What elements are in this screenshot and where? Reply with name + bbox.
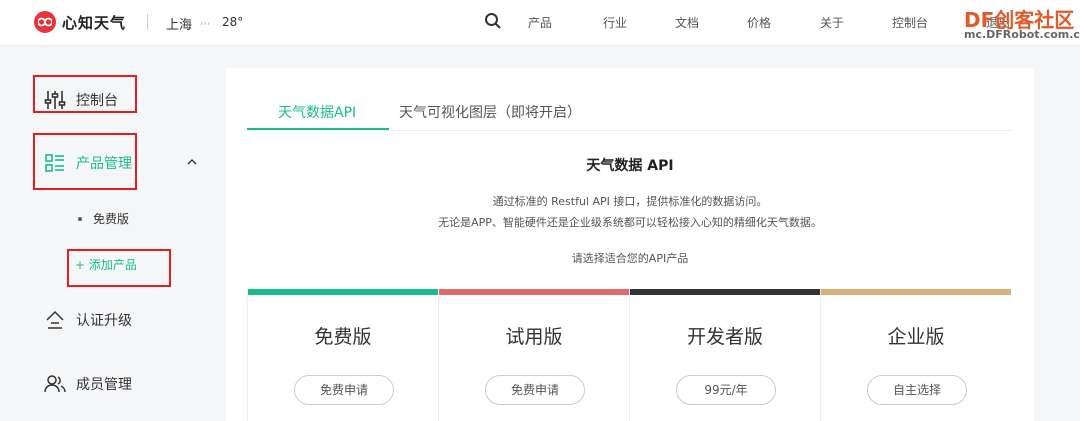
- divider: [147, 14, 148, 30]
- plan-enterprise: 企业版 自主选择: [820, 289, 1011, 421]
- plan-trial: 试用版 免费申请: [438, 289, 629, 421]
- users-icon: [44, 375, 66, 393]
- highlight-box-add: [67, 249, 171, 287]
- nav-products[interactable]: 产品: [528, 14, 552, 31]
- chevron-up-icon[interactable]: [186, 158, 198, 166]
- plan-name: 免费版: [314, 326, 372, 348]
- watermark-url: mc.DFRobot.com.cn: [964, 28, 1080, 41]
- tab-weather-api[interactable]: 天气数据API: [278, 102, 356, 122]
- upgrade-icon: [46, 310, 64, 329]
- city-name[interactable]: 上海: [166, 14, 192, 33]
- description-line-1: 通过标准的 Restful API 接口，提供标准化的数据访问。: [492, 195, 768, 208]
- apply-free-button[interactable]: 免费申请: [294, 375, 394, 405]
- nav-industry[interactable]: 行业: [603, 14, 627, 31]
- tab-visual-layer[interactable]: 天气可视化图层（即将开启）: [399, 102, 581, 122]
- sidebar-item-members[interactable]: 成员管理: [44, 373, 132, 395]
- search-icon[interactable]: [484, 12, 502, 34]
- nav-docs[interactable]: 文档: [675, 14, 699, 31]
- apply-trial-button[interactable]: 免费申请: [485, 375, 585, 405]
- description-line-2: 无论是APP、智能硬件还是企业级系统都可以轻松接入心知的精细化天气数据。: [438, 216, 822, 229]
- nav-about[interactable]: 关于: [820, 14, 844, 31]
- sidebar-item-label: 认证升级: [76, 313, 132, 329]
- nav-console[interactable]: 控制台: [892, 14, 928, 31]
- active-tab-indicator: [247, 128, 389, 130]
- api-products-card: 天气数据API 天气可视化图层（即将开启） 天气数据 API 通过标准的 Res…: [226, 68, 1034, 421]
- plan-name: 开发者版: [686, 326, 763, 348]
- logo-icon: [34, 11, 56, 33]
- plan-color-bar: [630, 289, 820, 295]
- buy-developer-button[interactable]: 99元/年: [676, 375, 776, 405]
- tab-divider: [247, 130, 1013, 131]
- plan-color-bar: [439, 289, 629, 295]
- section-title: 天气数据 API: [586, 158, 674, 174]
- sidebar-item-label: 成员管理: [76, 377, 132, 393]
- sidebar-subitem-free[interactable]: 免费版: [78, 210, 129, 227]
- brand-logo[interactable]: 心知天气: [34, 11, 126, 33]
- plan-name: 试用版: [505, 326, 563, 348]
- bullet-icon: [78, 216, 82, 221]
- plan-free: 免费版 免费申请: [247, 289, 438, 421]
- top-bar: 心知天气 上海 ,,, 28° 产品 行业 文档 价格 关于 控制台 退出 DF…: [0, 0, 1080, 46]
- choose-enterprise-button[interactable]: 自主选择: [867, 375, 967, 405]
- highlight-box-product: [33, 133, 137, 190]
- plan-color-bar: [248, 289, 438, 295]
- sidebar-item-certify[interactable]: 认证升级: [44, 309, 132, 331]
- plan-developer: 开发者版 99元/年: [629, 289, 820, 421]
- temperature: 28°: [222, 15, 244, 29]
- logo-text: 心知天气: [62, 13, 127, 32]
- watermark: DF创客社区 mc.DFRobot.com.cn: [962, 4, 1080, 44]
- select-prompt: 请选择适合您的API产品: [571, 252, 689, 265]
- sidebar-subitem-label: 免费版: [93, 212, 130, 226]
- highlight-box-console: [33, 75, 137, 113]
- plan-color-bar: [821, 289, 1011, 295]
- plan-name: 企业版: [887, 326, 945, 348]
- nav-pricing[interactable]: 价格: [747, 14, 771, 31]
- weather-icon: ,,,: [200, 14, 211, 27]
